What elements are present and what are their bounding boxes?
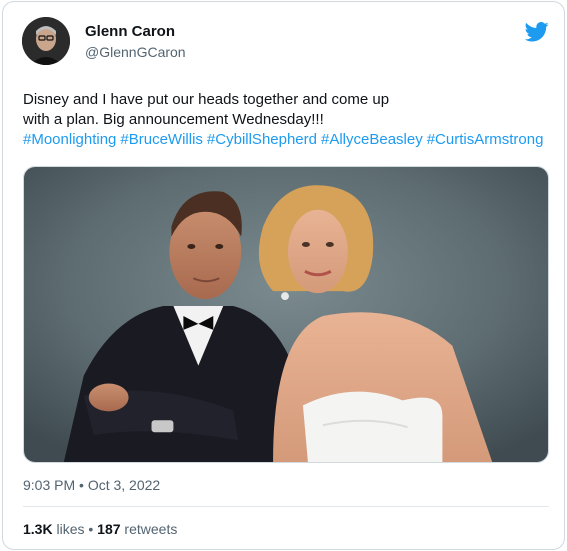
tweet-card[interactable]: Glenn Caron @GlennGCaron Disney and I ha… [2,1,565,550]
author-handle[interactable]: @GlennGCaron [85,44,186,60]
avatar[interactable] [22,17,70,65]
tweet-text: Disney and I have put our heads together… [23,90,553,130]
retweets-label[interactable]: retweets [124,521,177,537]
hashtag-cybillshepherd[interactable]: #CybillShepherd [207,131,317,148]
hashtag-allycebeasley[interactable]: #AllyceBeasley [321,131,423,148]
hashtag-brucewillis[interactable]: #BruceWillis [120,131,203,148]
stats-separator: • [88,521,94,537]
hashtag-moonlighting[interactable]: #Moonlighting [23,131,116,148]
likes-label[interactable]: likes [56,521,84,537]
tweet-text-line-1: Disney and I have put our heads together… [23,91,390,108]
tweet-timestamp[interactable]: 9:03 PM • Oct 3, 2022 [23,477,160,493]
hashtag-list: #Moonlighting #BruceWillis #CybillShepherd… [23,130,547,150]
tweet-stats: 1.3K likes • 187 retweets [23,521,177,537]
author-name[interactable]: Glenn Caron [85,23,175,40]
tweet-text-line-2: with a plan. Big announcement Wednesday!… [23,111,324,128]
likes-count[interactable]: 1.3K [23,521,53,537]
retweets-count[interactable]: 187 [97,521,120,537]
tweet-photo[interactable] [23,166,549,463]
divider [23,506,549,507]
hashtag-curtisarmstrong[interactable]: #CurtisArmstrong [427,131,544,148]
twitter-bird-icon[interactable] [525,21,549,43]
